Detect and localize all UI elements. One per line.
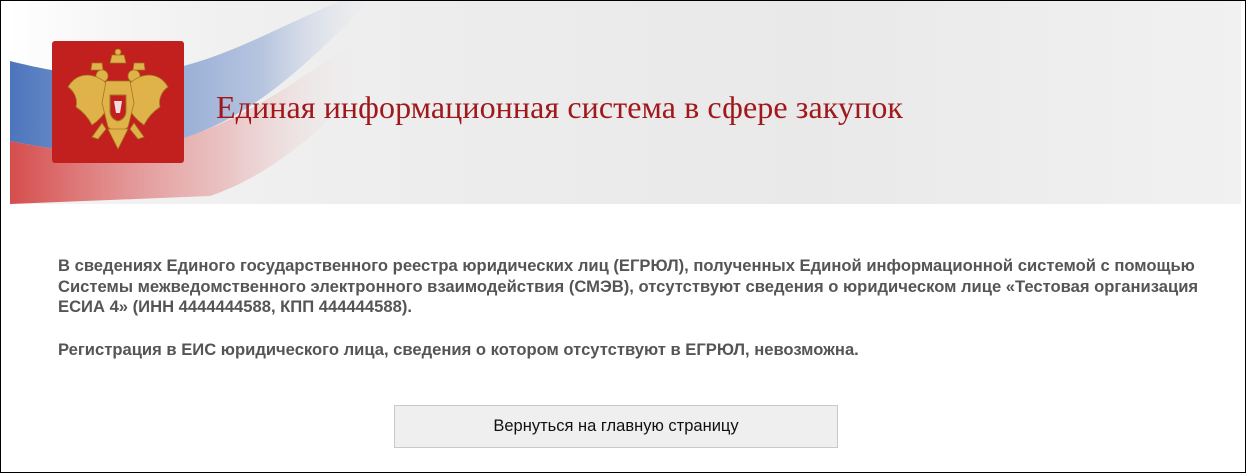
registration-notice: Регистрация в ЕИС юридического лица, све… xyxy=(58,340,859,360)
error-message: В сведениях Единого государственного рее… xyxy=(58,256,1199,317)
site-title: Единая информационная система в сфере за… xyxy=(216,89,904,125)
message-area: В сведениях Единого государственного рее… xyxy=(58,256,1218,360)
return-home-button[interactable]: Вернуться на главную страницу xyxy=(394,405,838,448)
page-frame: Единая информационная система в сфере за… xyxy=(0,0,1246,473)
emblem xyxy=(52,41,184,163)
header-banner: Единая информационная система в сфере за… xyxy=(10,1,1241,204)
russian-coat-of-arms-icon xyxy=(67,48,169,150)
